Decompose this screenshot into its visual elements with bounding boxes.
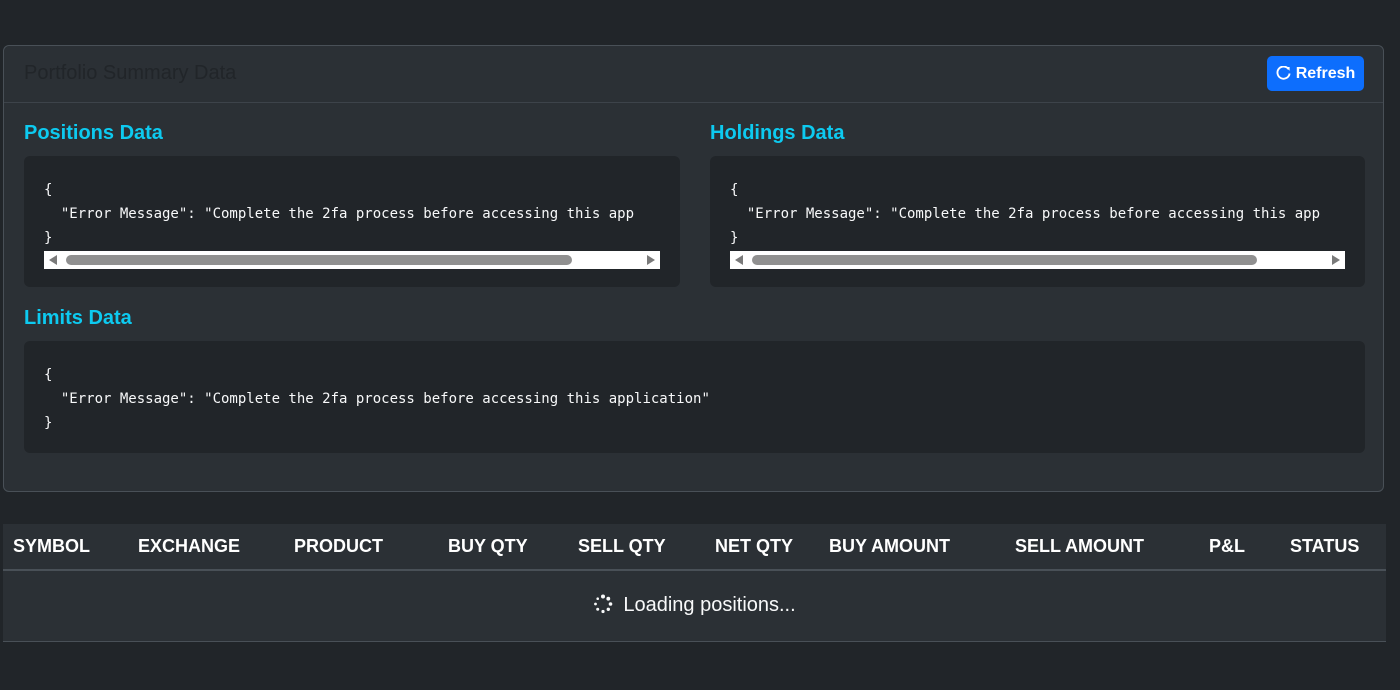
- scroll-right-icon[interactable]: [1332, 255, 1340, 265]
- limits-title: Limits Data: [24, 307, 132, 329]
- holdings-scrollbar[interactable]: [730, 251, 1345, 269]
- card-header: Portfolio Summary Data Refresh: [4, 46, 1383, 103]
- col-symbol: SYMBOL: [3, 524, 128, 571]
- scroll-left-icon[interactable]: [735, 255, 743, 265]
- holdings-title: Holdings Data: [710, 122, 845, 144]
- col-exchange: EXCHANGE: [128, 524, 284, 571]
- refresh-button-label: Refresh: [1295, 64, 1356, 82]
- card-title: Portfolio Summary Data: [24, 62, 237, 84]
- col-pnl: P&L: [1199, 524, 1280, 571]
- refresh-icon: [1276, 66, 1291, 80]
- positions-table: SYMBOL EXCHANGE PRODUCT BUY QTY SELL QTY…: [3, 524, 1386, 642]
- col-sell-amount: SELL AMOUNT: [1005, 524, 1199, 571]
- positions-title: Positions Data: [24, 122, 163, 144]
- refresh-button[interactable]: Refresh: [1267, 56, 1364, 91]
- scrollbar-thumb[interactable]: [66, 255, 572, 265]
- positions-scrollbar[interactable]: [44, 251, 660, 269]
- col-net-qty: NET QTY: [705, 524, 819, 571]
- limits-code-box: { "Error Message": "Complete the 2fa pro…: [24, 341, 1365, 453]
- loading-cell: Loading positions...: [3, 570, 1386, 642]
- scroll-left-icon[interactable]: [49, 255, 57, 265]
- table-row: Loading positions...: [3, 570, 1386, 642]
- col-buy-amount: BUY AMOUNT: [819, 524, 1005, 571]
- col-status: STATUS: [1280, 524, 1386, 571]
- col-buy-qty: BUY QTY: [438, 524, 568, 571]
- loading-text: Loading positions...: [623, 594, 796, 617]
- positions-code-box: { "Error Message": "Complete the 2fa pro…: [24, 156, 680, 287]
- scroll-right-icon[interactable]: [647, 255, 655, 265]
- limits-json: { "Error Message": "Complete the 2fa pro…: [44, 367, 710, 431]
- positions-json: { "Error Message": "Complete the 2fa pro…: [44, 182, 635, 246]
- scrollbar-thumb[interactable]: [752, 255, 1257, 265]
- holdings-json: { "Error Message": "Complete the 2fa pro…: [730, 182, 1321, 246]
- col-sell-qty: SELL QTY: [568, 524, 705, 571]
- holdings-code-box: { "Error Message": "Complete the 2fa pro…: [710, 156, 1365, 287]
- col-product: PRODUCT: [284, 524, 438, 571]
- table-header-row: SYMBOL EXCHANGE PRODUCT BUY QTY SELL QTY…: [3, 524, 1386, 571]
- spinner-icon: [594, 594, 613, 614]
